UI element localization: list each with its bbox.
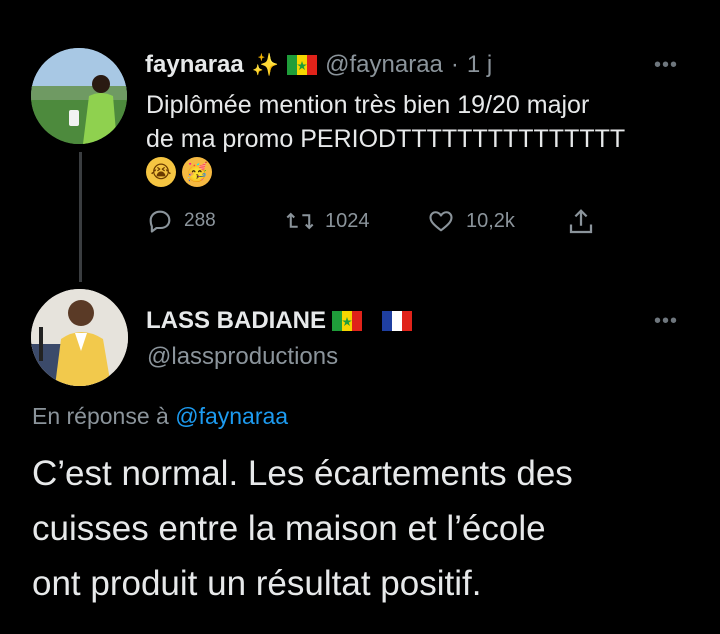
- reply-action[interactable]: 288: [146, 207, 216, 235]
- more-options-button[interactable]: •••: [654, 310, 678, 333]
- reply-text-line-2: cuisses entre la maison et l’école: [32, 509, 546, 548]
- like-count: 10,2k: [466, 209, 515, 232]
- reply-count: 288: [184, 210, 216, 231]
- display-name[interactable]: faynaraa: [145, 51, 244, 79]
- like-icon: [429, 211, 453, 232]
- retweet-icon: [286, 212, 314, 230]
- sparkles-icon: ✨: [251, 52, 280, 77]
- tweet-emojis: 😭 🥳: [146, 157, 212, 187]
- share-icon: [569, 209, 593, 234]
- avatar-photo-2: [31, 289, 128, 386]
- retweet-count: 1024: [325, 209, 370, 232]
- avatar-lassproductions[interactable]: [31, 289, 128, 386]
- france-flag-icon: [382, 311, 413, 331]
- avatar-faynaraa[interactable]: [31, 48, 127, 144]
- handle[interactable]: @faynaraa: [325, 51, 443, 79]
- reply-header: LASS BADIANE: [146, 307, 413, 335]
- in-reply-to: En réponse à @faynaraa: [32, 403, 288, 430]
- crying-face-emoji: 😭: [146, 157, 176, 187]
- retweet-action[interactable]: 1024: [285, 207, 370, 235]
- tweet-text-line-2: de ma promo PERIODTTTTTTTTTTTTTTT: [146, 125, 626, 153]
- in-reply-to-handle[interactable]: @faynaraa: [175, 403, 288, 429]
- reply-text-line-1: C’est normal. Les écartements des: [32, 454, 573, 493]
- party-face-emoji: 🥳: [182, 157, 212, 187]
- tweet-header: faynaraa ✨ @faynaraa · 1 j: [145, 51, 492, 79]
- timestamp[interactable]: 1 j: [467, 51, 492, 79]
- avatar-photo-1: [31, 48, 127, 144]
- display-name[interactable]: LASS BADIANE: [146, 307, 326, 335]
- reply-text-line-3: ont produit un résultat positif.: [32, 564, 482, 603]
- tweet-text-line-1: Diplômée mention très bien 19/20 major: [146, 91, 590, 119]
- senegal-flag-icon: [287, 55, 318, 75]
- share-button[interactable]: [566, 207, 596, 242]
- thread-connector-line: [79, 152, 82, 282]
- in-reply-to-label: En réponse à: [32, 403, 169, 429]
- reply-icon: [149, 210, 171, 233]
- separator-dot: ·: [450, 51, 459, 78]
- handle[interactable]: @lassproductions: [147, 343, 338, 371]
- like-action[interactable]: 10,2k: [426, 207, 515, 235]
- senegal-flag-icon: [332, 311, 363, 331]
- more-options-button[interactable]: •••: [654, 54, 678, 77]
